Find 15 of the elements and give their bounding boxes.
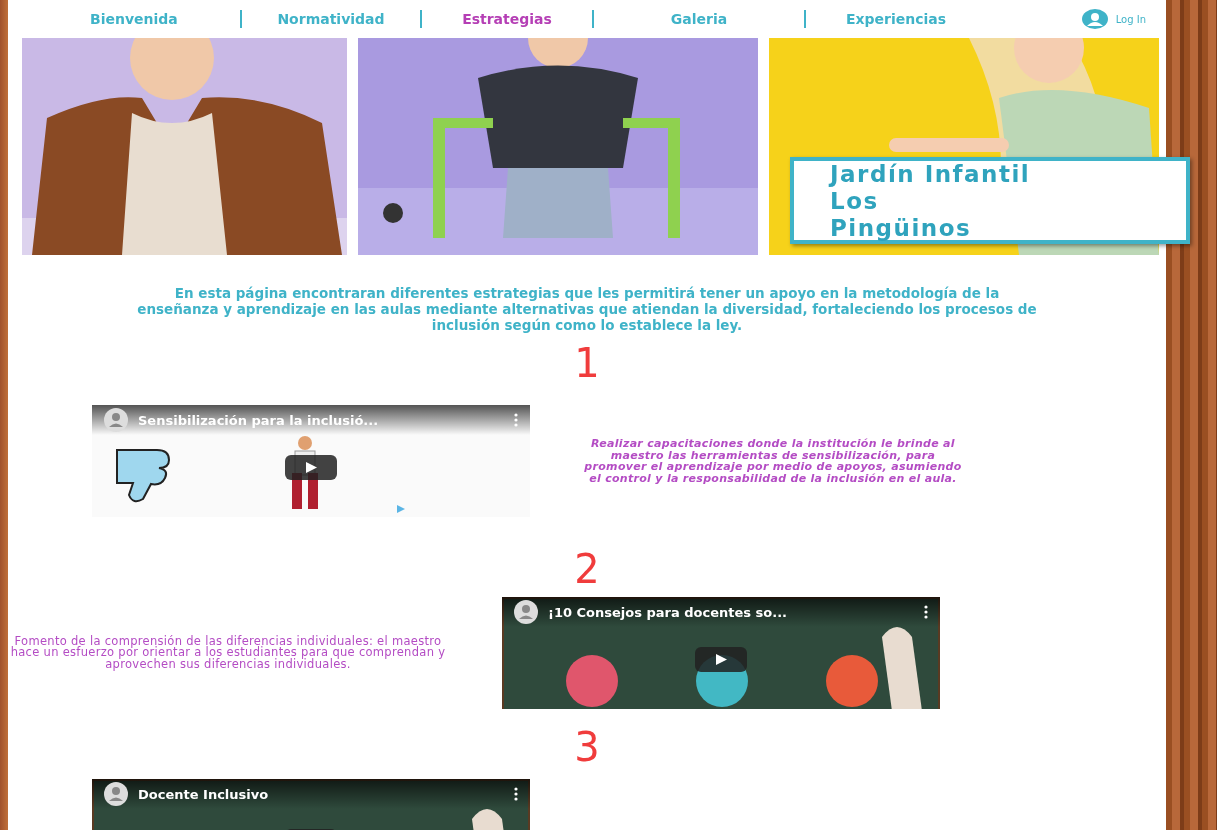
nav-tab[interactable]: Bienvenida: [78, 11, 240, 27]
nav-tab[interactable]: Galeria: [594, 11, 804, 27]
nav-tab[interactable]: Normatividad: [242, 11, 420, 27]
site-title: Los: [830, 188, 880, 215]
strategy-number: 3: [574, 725, 600, 769]
nav-tab[interactable]: Estrategias: [422, 11, 592, 27]
strategy-number: 2: [574, 547, 600, 591]
strategy-text: Realizar capacitaciones donde la institución le brinde al maestro las herramientas de sensibilización, para promover el aprendizaje por medio de apoyos, asumiendo el control y la responsabilidad de la inclusión en el aula.: [583, 438, 963, 484]
strategy-text: Fomento de la comprensión de las diferencias individuales: el maestro hace un esfuerzo por orientar a los estudiantes para que comprendan y aprovechen sus diferencias individuales.: [9, 635, 447, 671]
site-title: Jardín Infantil: [830, 161, 1032, 188]
strategy-number: 1: [574, 341, 600, 385]
nav-tab[interactable]: Experiencias: [806, 11, 986, 27]
intro-text: En esta página encontraran diferentes estrategias que les permitirá tener un apoyo en la metodología de la enseñanza y aprendizaje en las aulas mediante alternativas que atiendan la diversidad, fortaleciendo los procesos de inclusión según como lo establece la ley.: [137, 285, 1037, 333]
site-title: Pingüinos: [830, 215, 973, 242]
login-button[interactable]: Log In: [1075, 8, 1152, 30]
